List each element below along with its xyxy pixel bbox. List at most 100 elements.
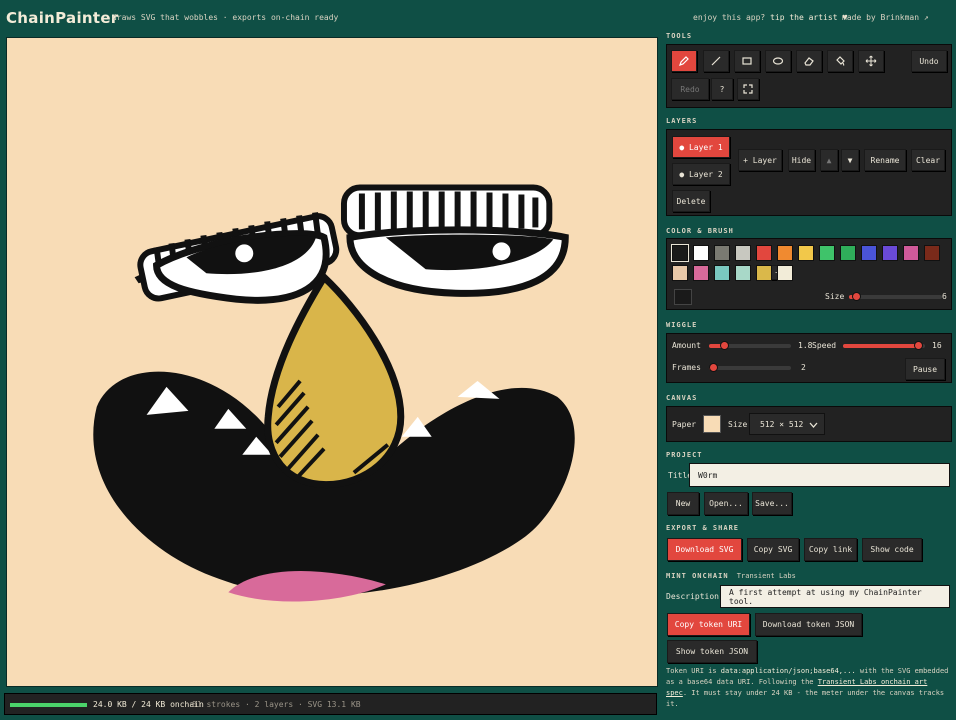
palette-swatch[interactable] <box>840 245 856 261</box>
drawing-canvas[interactable] <box>6 37 658 687</box>
token-uri-footnote: Token URI is data:application/json;base6… <box>666 666 952 710</box>
tooth-5 <box>457 380 500 399</box>
fill-tool-button[interactable] <box>827 50 853 72</box>
layers-panel: ● Layer 1 ● Layer 2 + Layer Hide ▲ ▼ Ren… <box>666 129 952 216</box>
mint-subtitle: Transient Labs <box>736 572 796 580</box>
pencil-tool-button[interactable] <box>671 50 697 72</box>
wiggle-panel: Amount 1.8 Speed 16 Frames 2 Pause <box>666 333 952 383</box>
palette-swatch[interactable] <box>777 245 793 261</box>
brush-size-value: 6 <box>942 292 947 301</box>
speed-slider[interactable] <box>913 341 923 350</box>
palette-swatch[interactable] <box>672 265 688 281</box>
download-token-json-button[interactable]: Download token JSON <box>755 613 862 636</box>
export-section-title: EXPORT & SHARE <box>666 524 740 532</box>
palette-swatch[interactable] <box>693 265 709 281</box>
palette-swatch[interactable] <box>903 245 919 261</box>
layers-section-title: LAYERS <box>666 117 698 125</box>
rename-layer-button[interactable]: Rename <box>864 149 906 171</box>
canvas-stats-text: 81 strokes · 2 layers · SVG 13.1 KB <box>192 700 361 709</box>
ellipse-icon <box>772 57 784 65</box>
save-project-button[interactable]: Save... <box>752 492 792 515</box>
brush-size-slider[interactable] <box>852 292 862 301</box>
move-icon <box>865 55 877 67</box>
palette-swatch[interactable] <box>924 245 940 261</box>
palette-swatch[interactable] <box>735 245 751 261</box>
made-by-link[interactable]: made by Brinkman ↗ <box>842 13 929 22</box>
download-svg-button[interactable]: Download SVG <box>667 538 742 561</box>
color-panel: + Size 6 <box>666 238 952 310</box>
tools-section-title: TOOLS <box>666 32 693 40</box>
left-eye-glint <box>235 244 254 263</box>
frames-track[interactable] <box>709 366 791 370</box>
palette-swatch[interactable] <box>777 265 793 281</box>
right-eye-glint <box>492 242 511 261</box>
tip-link[interactable]: tip the artist ♥ <box>770 13 847 22</box>
pencil-icon <box>679 56 689 66</box>
nose <box>264 271 405 489</box>
palette-swatch[interactable] <box>671 244 689 262</box>
palette-swatch[interactable] <box>798 245 814 261</box>
eraser-icon <box>804 57 814 66</box>
wiggle-section-title: WIGGLE <box>666 321 698 329</box>
palette-swatch[interactable] <box>714 245 730 261</box>
clear-layer-button[interactable]: Clear <box>911 149 945 171</box>
delete-layer-button[interactable]: Delete <box>672 190 710 212</box>
show-token-json-button[interactable]: Show token JSON <box>667 640 757 663</box>
line-tool-button[interactable] <box>703 50 729 72</box>
copy-token-uri-button[interactable]: Copy token URI <box>667 613 750 636</box>
onchain-size-meter <box>10 703 87 707</box>
paper-color-swatch[interactable] <box>703 415 721 433</box>
undo-button[interactable]: Undo <box>911 50 947 72</box>
fullscreen-button[interactable] <box>737 78 759 100</box>
redo-button[interactable]: Redo <box>671 78 709 100</box>
onchain-size-text: 24.0 KB / 24 KB onchain <box>93 700 204 709</box>
speed-label: Speed <box>812 341 837 350</box>
rectangle-tool-button[interactable] <box>734 50 760 72</box>
amount-slider[interactable] <box>719 341 729 350</box>
palette-swatch[interactable] <box>819 245 835 261</box>
description-input[interactable]: A first attempt at using my ChainPainter… <box>720 585 950 608</box>
paper-label: Paper <box>672 420 697 429</box>
eraser-tool-button[interactable] <box>796 50 822 72</box>
slider-fill <box>843 344 918 348</box>
mint-title: MINT ONCHAIN <box>666 572 729 580</box>
copy-svg-button[interactable]: Copy SVG <box>747 538 799 561</box>
pause-button[interactable]: Pause <box>905 358 945 380</box>
add-layer-button[interactable]: + Layer <box>738 149 782 171</box>
palette-swatch[interactable] <box>714 265 730 281</box>
layer-1-item[interactable]: ● Layer 1 <box>672 136 730 158</box>
palette-swatch[interactable] <box>756 245 772 261</box>
move-tool-button[interactable] <box>858 50 884 72</box>
layer-2-item[interactable]: ● Layer 2 <box>672 163 730 185</box>
new-project-button[interactable]: New <box>667 492 699 515</box>
move-layer-down-button[interactable]: ▼ <box>841 149 859 171</box>
hide-layer-button[interactable]: Hide <box>788 149 815 171</box>
show-code-button[interactable]: Show code <box>862 538 922 561</box>
tools-panel: Undo Redo ? <box>666 44 952 108</box>
frames-slider[interactable] <box>709 363 718 372</box>
palette-swatch[interactable] <box>861 245 877 261</box>
tip-line: enjoy this app? tip the artist ♥ <box>693 13 847 22</box>
canvas-size-select[interactable]: 512 × 512 <box>749 413 825 435</box>
canvas-panel: Paper Size 512 × 512 <box>666 406 952 442</box>
palette-swatch[interactable] <box>756 265 772 281</box>
copy-link-button[interactable]: Copy link <box>804 538 857 561</box>
app-tagline: draws SVG that wobbles · exports on-chai… <box>112 13 339 22</box>
palette-swatch[interactable] <box>693 245 709 261</box>
palette-swatch[interactable] <box>882 245 898 261</box>
brush-size-track[interactable] <box>849 295 942 299</box>
color-section-title: COLOR & BRUSH <box>666 227 734 235</box>
current-color-swatch[interactable] <box>674 289 692 305</box>
canvas-size-value: 512 × 512 <box>760 419 804 429</box>
open-project-button[interactable]: Open... <box>704 492 748 515</box>
palette-swatch[interactable] <box>735 265 751 281</box>
help-button[interactable]: ? <box>711 78 733 100</box>
footnote-code: data:application/json;base64,... <box>720 667 856 675</box>
ellipse-tool-button[interactable] <box>765 50 791 72</box>
move-layer-up-button[interactable]: ▲ <box>820 149 838 171</box>
project-title-input[interactable]: W0rm <box>689 463 950 487</box>
canvas-size-label: Size <box>728 420 748 429</box>
description-label: Description <box>666 592 719 601</box>
fill-bucket-icon <box>836 56 845 66</box>
app-logo: ChainPainter <box>6 9 119 27</box>
